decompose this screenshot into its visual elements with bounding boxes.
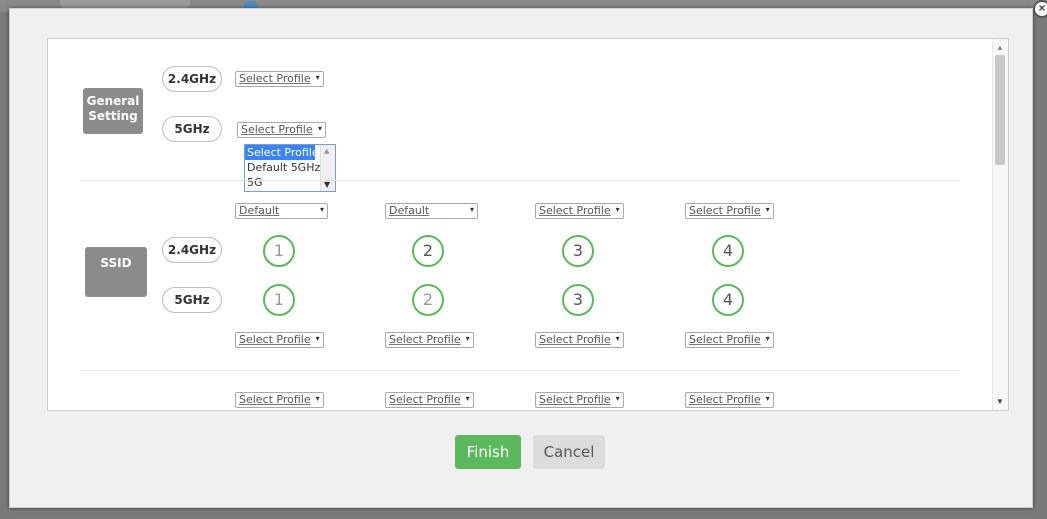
ssid-bottom-select-2[interactable]: Select Profile ▾	[385, 332, 474, 348]
select-value: Select Profile	[239, 333, 311, 346]
section-divider	[81, 180, 959, 181]
ssid-bottom-select-4[interactable]: Select Profile ▾	[685, 332, 774, 348]
select-value: Select Profile	[241, 123, 313, 136]
dropdown-arrow-icon: ▾	[615, 205, 620, 214]
ssid-24ghz-slot-1[interactable]: 1	[263, 235, 295, 267]
ssid-top-select-4[interactable]: Select Profile ▾	[685, 203, 774, 219]
profile-panel: General Setting 2.4GHz 5GHz Select Profi…	[47, 38, 1009, 411]
ssid-bottom-select-3[interactable]: Select Profile ▾	[535, 332, 624, 348]
general-setting-block: General Setting	[83, 88, 143, 134]
ssid-label: SSID	[100, 256, 132, 270]
ssid-24ghz-slot-4[interactable]: 4	[712, 235, 744, 267]
ssid-5ghz-slot-3[interactable]: 3	[562, 284, 594, 316]
general-5ghz-profile-select[interactable]: Select Profile ▾	[237, 122, 326, 138]
ssid-5ghz-slot-2[interactable]: 2	[412, 284, 444, 316]
scroll-down-icon[interactable]: ▼	[996, 397, 1004, 406]
panel-scrollbar[interactable]: ▲ ▼	[992, 39, 1008, 410]
ssid-top-select-3[interactable]: Select Profile ▾	[535, 203, 624, 219]
general-5ghz-dropdown-list[interactable]: Select Profile Default 5GHz 5G ▲ ▼	[244, 144, 336, 192]
dropdown-option[interactable]: Select Profile	[245, 145, 319, 160]
dropdown-arrow-icon: ▾	[317, 124, 322, 133]
ssid-24ghz-slot-2[interactable]: 2	[412, 235, 444, 267]
select-value: Default	[239, 204, 280, 217]
next-select-1[interactable]: Select Profile ▾	[235, 392, 324, 408]
ssid-5ghz-slot-1[interactable]: 1	[263, 284, 295, 316]
select-value: Select Profile	[389, 393, 461, 406]
dropdown-arrow-icon: ▾	[765, 394, 770, 403]
dropdown-arrow-icon: ▾	[615, 334, 620, 343]
next-select-2[interactable]: Select Profile ▾	[385, 392, 474, 408]
select-value: Select Profile	[539, 393, 611, 406]
select-value: Select Profile	[239, 393, 311, 406]
scrollbar-thumb[interactable]	[995, 55, 1005, 165]
finish-button[interactable]: Finish	[455, 435, 521, 469]
ssid-top-select-2[interactable]: Default ▾	[385, 203, 478, 219]
next-select-3[interactable]: Select Profile ▾	[535, 392, 624, 408]
select-value: Select Profile	[389, 333, 461, 346]
general-label-2: Setting	[88, 109, 138, 123]
general-band-24ghz: 2.4GHz	[162, 66, 222, 92]
dropdown-arrow-icon: ▾	[315, 394, 320, 403]
dropdown-arrow-icon: ▾	[469, 205, 474, 214]
dropdown-arrow-icon: ▾	[315, 73, 320, 82]
dropdown-arrow-icon: ▾	[319, 205, 324, 214]
general-band-5ghz: 5GHz	[162, 116, 222, 142]
dropdown-arrow-icon: ▾	[465, 394, 470, 403]
select-value: Select Profile	[689, 333, 761, 346]
next-select-4[interactable]: Select Profile ▾	[685, 392, 774, 408]
scroll-up-icon[interactable]: ▲	[324, 147, 329, 155]
close-icon[interactable]: ×	[1033, 0, 1047, 18]
select-value: Select Profile	[239, 72, 311, 85]
ssid-top-select-1[interactable]: Default ▾	[235, 203, 328, 219]
dropdown-scrollbar[interactable]: ▲ ▼	[320, 145, 335, 191]
dropdown-arrow-icon: ▾	[615, 394, 620, 403]
ssid-5ghz-slot-4[interactable]: 4	[712, 284, 744, 316]
section-divider	[81, 370, 959, 371]
dropdown-arrow-icon: ▾	[765, 334, 770, 343]
select-value: Select Profile	[539, 204, 611, 217]
general-24ghz-profile-select[interactable]: Select Profile ▾	[235, 71, 324, 87]
select-value: Select Profile	[689, 204, 761, 217]
ssid-24ghz-slot-3[interactable]: 3	[562, 235, 594, 267]
ssid-bottom-select-1[interactable]: Select Profile ▾	[235, 332, 324, 348]
scroll-up-icon[interactable]: ▲	[996, 43, 1004, 52]
select-value: Default	[389, 204, 430, 217]
scroll-down-icon[interactable]: ▼	[324, 180, 330, 189]
select-value: Select Profile	[689, 393, 761, 406]
ssid-block: SSID	[85, 247, 147, 297]
general-label-1: General	[86, 94, 140, 108]
dropdown-arrow-icon: ▾	[315, 334, 320, 343]
profile-dialog: General Setting 2.4GHz 5GHz Select Profi…	[9, 8, 1033, 508]
ssid-band-5ghz: 5GHz	[162, 287, 222, 313]
ssid-band-24ghz: 2.4GHz	[162, 237, 222, 263]
dropdown-arrow-icon: ▾	[765, 205, 770, 214]
dropdown-arrow-icon: ▾	[465, 334, 470, 343]
cancel-button[interactable]: Cancel	[533, 435, 605, 469]
select-value: Select Profile	[539, 333, 611, 346]
